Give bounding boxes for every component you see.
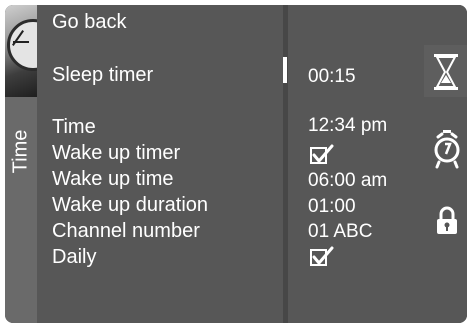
- menu-panel: Go back Sleep timer Time Wake up timer W…: [37, 5, 283, 323]
- tv-menu-screen: Time Go back Sleep timer Time Wake up ti…: [5, 5, 467, 323]
- menu-item-wake-up-duration[interactable]: Wake up duration: [52, 193, 208, 217]
- menu-item-time[interactable]: Time: [52, 115, 96, 139]
- wake-up-timer-checkbox[interactable]: [310, 144, 334, 166]
- padlock-icon: [437, 206, 457, 234]
- icon-column: [424, 5, 467, 323]
- menu-item-channel-number[interactable]: Channel number: [52, 219, 200, 243]
- menu-item-daily[interactable]: Daily: [52, 245, 96, 269]
- menu-item-wake-up-time[interactable]: Wake up time: [52, 167, 174, 191]
- checkmark-icon: [310, 144, 334, 164]
- tab-time-label: Time: [9, 129, 32, 173]
- wake-up-duration-value[interactable]: 01:00: [308, 195, 356, 219]
- daily-checkbox[interactable]: [310, 246, 334, 268]
- hourglass-icon: [434, 54, 458, 90]
- time-value[interactable]: 12:34 pm: [308, 114, 387, 138]
- selection-cursor: [283, 57, 287, 83]
- clock-photo-icon: [5, 5, 59, 97]
- channel-number-value[interactable]: 01 ABC: [308, 220, 372, 244]
- category-strip: Time: [5, 5, 59, 323]
- wake-up-time-value[interactable]: 06:00 am: [308, 169, 387, 193]
- sleep-timer-value[interactable]: 00:15: [308, 65, 356, 89]
- checkmark-icon: [310, 246, 334, 266]
- menu-item-wake-up-timer[interactable]: Wake up timer: [52, 141, 180, 165]
- menu-item-sleep-timer[interactable]: Sleep timer: [52, 63, 153, 87]
- values-panel: 00:15 12:34 pm 06:00 am 01:00 01 ABC: [288, 5, 424, 323]
- tab-time[interactable]: Time: [5, 97, 37, 205]
- menu-item-go-back[interactable]: Go back: [52, 10, 126, 34]
- alarm-clock-icon: [434, 130, 460, 169]
